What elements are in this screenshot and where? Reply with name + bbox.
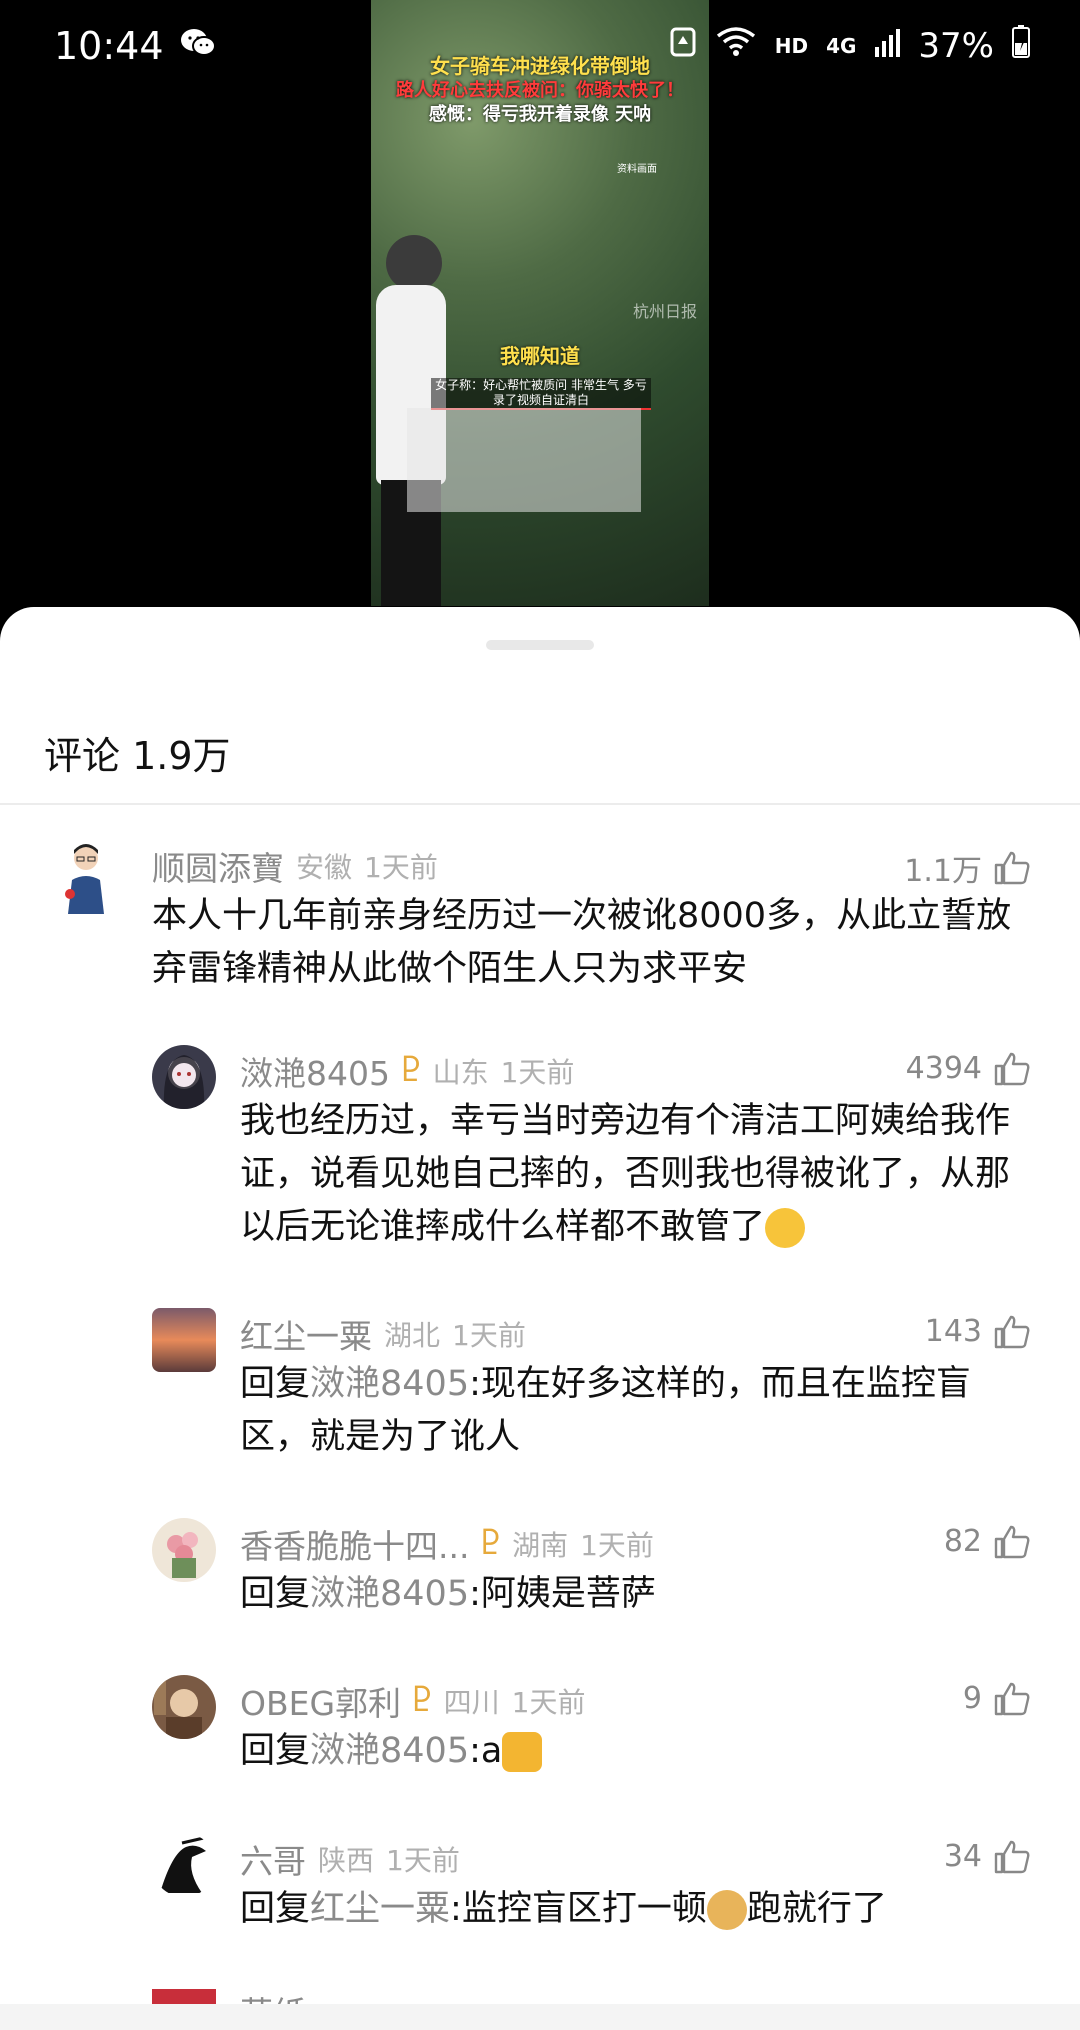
like-count: 34: [943, 1839, 982, 1874]
comment-username[interactable]: 香香脆脆十四...: [240, 1520, 469, 1568]
comment-sheet: 评论 1.9万 顺圆添寶 安徽 1天前 1.1万 本人十几年前亲身经历过一次被讹…: [0, 607, 1080, 2030]
like-button[interactable]: 9: [963, 1681, 1030, 1716]
thumb-up-icon: [994, 851, 1030, 885]
bottom-gesture-area: [0, 2004, 1080, 2030]
comment-region: 陕西: [318, 1844, 375, 1877]
vip-badge-icon: Ⴒ: [413, 1683, 432, 1719]
video-caption-line3: 感慨：得亏我开着录像 天呐: [428, 104, 652, 125]
battery-icon: [1012, 24, 1030, 67]
comment-region: 安徽: [296, 851, 353, 884]
like-count: 82: [943, 1524, 982, 1559]
video-claim-subtitle: 女子称：好心帮忙被质问 非常生气 多亏录了视频自证清白: [431, 378, 651, 410]
video-watermark: 杭州日报: [632, 302, 697, 321]
comment-time: 1天前: [364, 851, 438, 884]
comment-username[interactable]: 滧滟8405: [240, 1047, 390, 1095]
avatar[interactable]: [152, 1308, 216, 1372]
thumb-up-icon: [994, 1840, 1030, 1873]
comment-region: 湖南: [512, 1529, 569, 1562]
like-count: 4394: [905, 1051, 982, 1086]
reply-target-link[interactable]: 滧滟8405: [310, 1574, 469, 1614]
comment-region: 湖北: [384, 1319, 441, 1352]
comment-time: 1天前: [452, 1319, 526, 1352]
title-divider: [0, 803, 1080, 805]
thumb-up-icon: [994, 1525, 1030, 1558]
wechat-icon: [180, 24, 216, 68]
thumbs-up-emoji-icon: [502, 1732, 543, 1772]
like-button[interactable]: 34: [944, 1839, 1030, 1874]
like-count: 1.1万: [904, 854, 982, 889]
signal-icon: [874, 26, 901, 66]
comment-time: 1天前: [511, 1686, 586, 1719]
comment-time: 1天前: [386, 1844, 460, 1877]
status-time: 10:44: [54, 24, 164, 68]
laugh-cry-emoji-icon: [765, 1208, 806, 1248]
comment-text: 回复滧滟8405:现在好多这样的，而且在监控盲区，就是为了讹人: [240, 1364, 971, 1457]
comment-text: 本人十几年前亲身经历过一次被讹8000多，从此立誓放弃雷锋精神从此做个陌生人只为…: [152, 896, 1012, 989]
avatar[interactable]: [152, 1518, 216, 1582]
battery-percent: 37%: [918, 25, 994, 66]
comment-time: 1天前: [500, 1056, 575, 1089]
reply-target-link[interactable]: 红尘一粟: [310, 1889, 450, 1929]
avatar[interactable]: [58, 840, 114, 914]
avatar[interactable]: [152, 1833, 216, 1897]
comment-region: 山东: [432, 1056, 489, 1089]
hd-badge: HD: [774, 33, 809, 58]
video-screenshot-overlay: [407, 408, 641, 512]
vip-badge-icon: Ⴒ: [401, 1053, 421, 1089]
comment-text: 回复滧滟8405:a: [240, 1725, 1040, 1778]
thumb-up-icon: [994, 1052, 1030, 1085]
comment-username[interactable]: 红尘一粟: [240, 1310, 372, 1358]
comment-time: 1天前: [580, 1529, 654, 1562]
doge-emoji-icon: [706, 1890, 747, 1930]
like-count: 9: [962, 1681, 982, 1716]
video-speech-subtitle: 我哪知道: [500, 344, 580, 368]
avatar[interactable]: [152, 1675, 216, 1739]
vip-badge-icon: Ⴒ: [481, 1526, 501, 1562]
like-count: 143: [924, 1314, 982, 1349]
like-button[interactable]: 82: [944, 1524, 1030, 1559]
like-button[interactable]: 1.1万: [904, 846, 1030, 890]
status-bar: 10:44 HD 4G 37%: [0, 0, 1080, 100]
comment-region: 四川: [443, 1686, 500, 1719]
comment-username[interactable]: 六哥: [240, 1835, 306, 1883]
reply-target-link[interactable]: 滧滟8405: [310, 1364, 469, 1404]
comment-text: 我也经历过，幸亏当时旁边有个清洁工阿姨给我作证，说看见她自己摔的，否则我也得被讹…: [240, 1101, 1011, 1248]
comments-title: 评论 1.9万: [44, 734, 231, 778]
thumb-up-icon: [994, 1682, 1030, 1715]
avatar[interactable]: [152, 1045, 216, 1109]
comment-username[interactable]: 顺圆添寶: [152, 842, 284, 890]
network-type: 4G: [826, 33, 857, 58]
wifi-icon: [715, 25, 757, 66]
comment-text: 回复滧滟8405:阿姨是菩萨: [240, 1574, 656, 1614]
comment-username[interactable]: OBEG郭利: [240, 1677, 401, 1725]
battery-saver-icon: [669, 24, 697, 67]
comment-text: 回复红尘一粟:监控盲区打一顿 跑就行了: [240, 1889, 887, 1930]
video-credit: 资料画面: [617, 164, 657, 175]
like-button[interactable]: 143: [925, 1314, 1030, 1349]
thumb-up-icon: [994, 1315, 1030, 1348]
like-button[interactable]: 4394: [906, 1051, 1030, 1086]
drag-handle[interactable]: [486, 640, 594, 650]
reply-target-link[interactable]: 滧滟8405: [310, 1731, 469, 1771]
